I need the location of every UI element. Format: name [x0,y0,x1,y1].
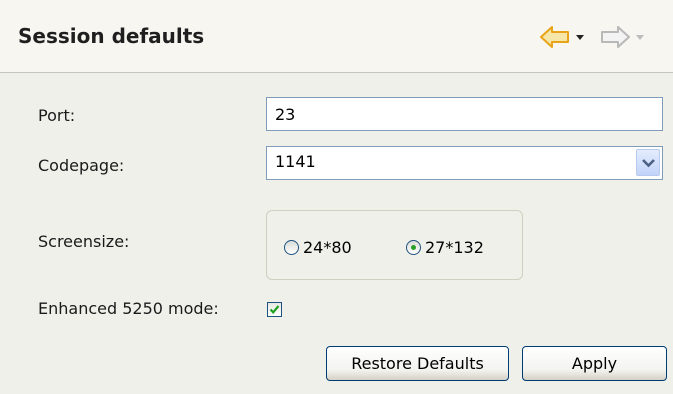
port-input[interactable] [266,97,663,131]
radio-unchecked-icon [284,240,299,255]
codepage-select[interactable]: 1141 [266,146,663,180]
page-title: Session defaults [18,24,205,48]
forward-arrow-icon[interactable] [600,26,630,48]
radio-checked-icon [406,240,421,255]
restore-defaults-button[interactable]: Restore Defaults [326,346,509,381]
chevron-down-icon [642,159,655,168]
screensize-group: 24*80 27*132 [266,210,523,280]
codepage-dropdown-button[interactable] [636,149,660,176]
codepage-label: Codepage: [38,156,125,175]
back-arrow-icon[interactable] [540,26,570,48]
screensize-option-27x132[interactable]: 27*132 [406,238,484,257]
preference-page: Session defaults Port: Codepage: 1141 [0,0,673,394]
forward-history-dropdown-icon[interactable] [636,35,644,40]
screensize-option-24x80[interactable]: 24*80 [284,238,352,257]
codepage-selected-value: 1141 [275,152,316,171]
apply-button[interactable]: Apply [522,346,667,381]
enhanced-mode-label: Enhanced 5250 mode: [38,299,219,318]
back-history-dropdown-icon[interactable] [576,35,584,40]
check-icon [269,305,280,314]
enhanced-mode-checkbox[interactable] [267,302,282,317]
port-label: Port: [38,106,76,125]
screensize-option-label: 27*132 [425,238,484,257]
page-header: Session defaults [0,0,673,73]
screensize-label: Screensize: [38,232,130,251]
screensize-option-label: 24*80 [303,238,352,257]
